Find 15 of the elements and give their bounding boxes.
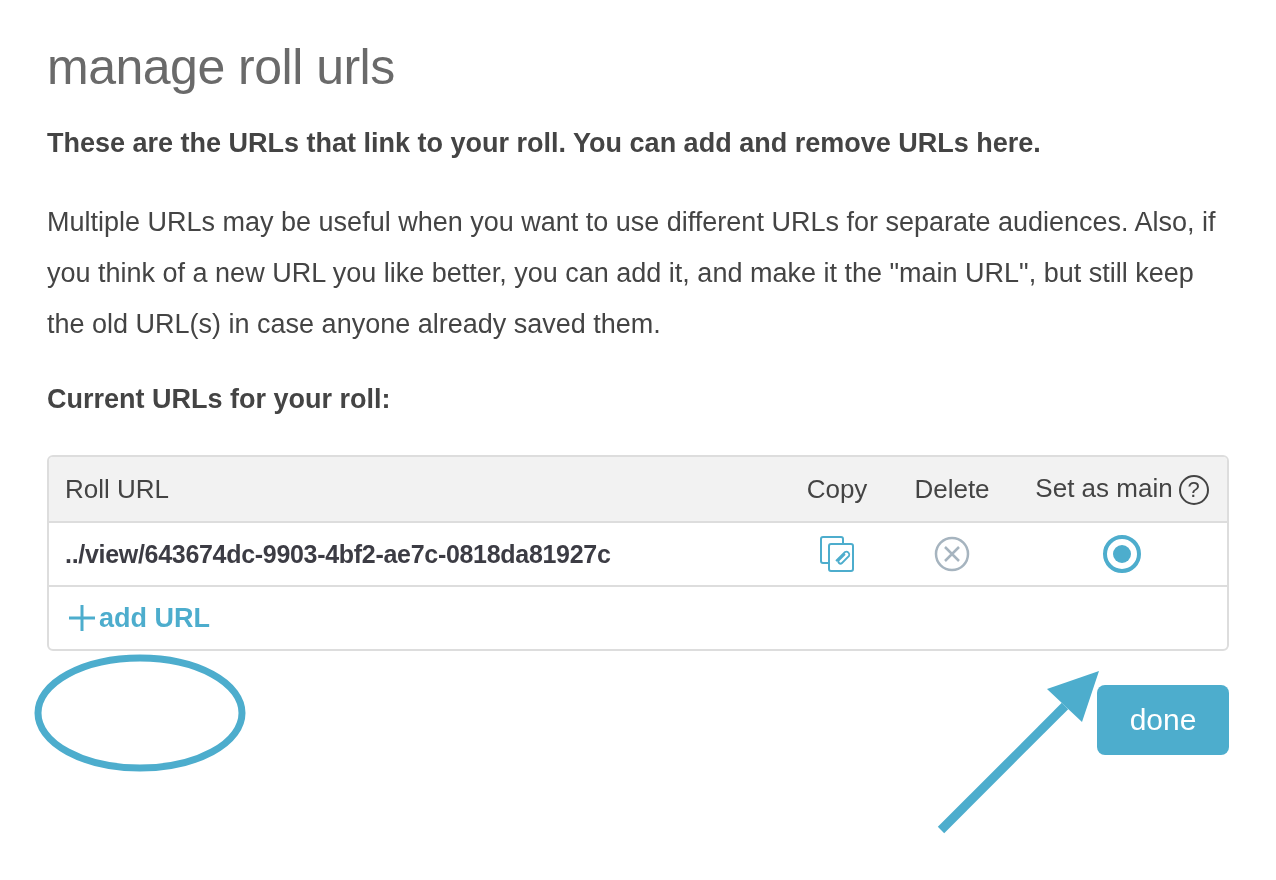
intro-text: These are the URLs that link to your roll. You can add and remove URLs here. xyxy=(47,127,1042,160)
section-heading: Current URLs for your roll: xyxy=(47,384,392,415)
help-icon[interactable]: ? xyxy=(1178,475,1209,506)
column-header: Roll URL xyxy=(64,473,171,505)
main-radio[interactable] xyxy=(1103,535,1141,573)
delete-icon[interactable] xyxy=(933,535,971,573)
column-header: Copy xyxy=(805,473,869,505)
add-url-link[interactable]: add URL xyxy=(67,602,210,634)
description-text: Multiple URLs may be useful when you want to use different URLs for separate audiences. Also, if you think of a new URL you like better, you can add it, and make it the "main URL", but still keep the old URL(s) in case anyone already saved them. xyxy=(47,206,1217,341)
url-text: ../view/643674dc-9903-4bf2-ae7c-0818da81927c xyxy=(64,539,612,569)
column-header: Delete xyxy=(913,473,991,505)
column-header: Set as main xyxy=(1035,472,1173,503)
copy-icon[interactable] xyxy=(819,535,855,573)
dialog-title: manage roll urls xyxy=(47,38,396,96)
plus-icon xyxy=(67,603,97,633)
